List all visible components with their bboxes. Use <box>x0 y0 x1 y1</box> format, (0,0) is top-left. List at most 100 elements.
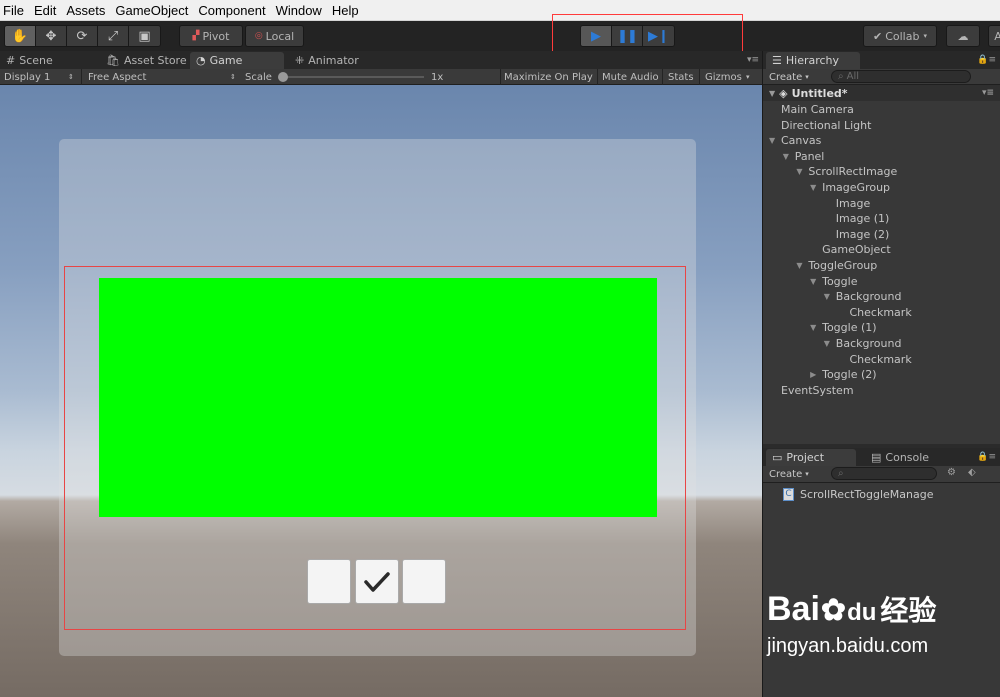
list-icon: ☰ <box>772 54 782 67</box>
expand-arrow-icon[interactable]: ▼ <box>810 183 819 192</box>
separator <box>500 69 501 85</box>
expand-arrow-icon[interactable]: ▼ <box>783 152 792 161</box>
hierarchy-item[interactable]: Image (2) <box>836 227 890 242</box>
hierarchy-item[interactable]: ▼ ToggleGroup <box>796 258 877 273</box>
collab-button[interactable]: ✔ Collab ▾ <box>863 25 937 47</box>
transform-tools: ✋ ✥ ⟳ ⤢ ▣ <box>4 25 161 47</box>
scale-slider[interactable] <box>278 70 424 84</box>
hierarchy-item[interactable]: Directional Light <box>781 118 871 133</box>
pivot-icon: ▞ <box>192 31 200 41</box>
menu-assets[interactable]: Assets <box>63 3 112 18</box>
tab-animator[interactable]: ⁜ Animator <box>289 52 365 69</box>
hand-tool-icon[interactable]: ✋ <box>5 26 36 46</box>
tab-hierarchy[interactable]: ☰ Hierarchy <box>766 52 860 69</box>
project-create-button[interactable]: Create ▾ <box>769 467 809 481</box>
display-dropdown[interactable]: Display 1 ⇕ <box>4 70 74 84</box>
expand-arrow-icon[interactable]: ▼ <box>796 261 805 270</box>
hierarchy-item[interactable]: ▶ Toggle (2) <box>810 367 876 382</box>
unity-logo-icon: ◈ <box>779 86 788 100</box>
hierarchy-item-label: ImageGroup <box>822 181 891 194</box>
tab-console-label: Console <box>885 451 930 464</box>
filter-by-type-icon[interactable]: ⚙ <box>947 467 956 478</box>
hierarchy-create-button[interactable]: Create ▾ <box>769 70 809 84</box>
menu-edit[interactable]: Edit <box>31 3 63 18</box>
hierarchy-item[interactable]: ▼ Background <box>824 289 902 304</box>
checkmark-icon <box>364 571 390 592</box>
hierarchy-item[interactable]: GameObject <box>822 242 891 257</box>
game-view[interactable] <box>0 85 763 697</box>
stats-toggle[interactable]: Stats <box>668 70 694 84</box>
expand-arrow-icon[interactable]: ▼ <box>824 339 833 348</box>
hierarchy-item[interactable]: Checkmark <box>850 305 912 320</box>
scene-row[interactable]: ▼ ◈ Untitled* ▾≡ <box>763 85 1000 101</box>
rotate-tool-icon[interactable]: ⟳ <box>67 26 98 46</box>
tab-scene[interactable]: # Scene <box>0 52 59 69</box>
csharp-script-icon: C <box>783 488 794 501</box>
main-toolbar: ✋ ✥ ⟳ ⤢ ▣ ▞ Pivot ◎ Local ▶ ❚❚ ▶❙ ✔ Coll… <box>0 21 1000 51</box>
gizmos-toggle[interactable]: Gizmos <box>705 70 742 84</box>
hierarchy-item[interactable]: ▼ ScrollRectImage <box>796 164 897 179</box>
menu-bar: File Edit Assets GameObject Component Wi… <box>0 0 1000 21</box>
tab-menu-icon[interactable]: ▾≡ <box>747 55 759 65</box>
tab-console[interactable]: ▤ Console <box>865 449 929 466</box>
asset-item[interactable]: C ScrollRectToggleManage <box>783 488 934 501</box>
maximize-on-play-toggle[interactable]: Maximize On Play <box>504 70 593 84</box>
menu-gameobject[interactable]: GameObject <box>112 3 195 18</box>
menu-component[interactable]: Component <box>195 3 272 18</box>
toggle-1[interactable] <box>355 559 399 604</box>
menu-help[interactable]: Help <box>329 3 366 18</box>
hierarchy-item[interactable]: ▼ Toggle (1) <box>810 320 876 335</box>
hierarchy-item[interactable]: ▼ Toggle <box>810 274 857 289</box>
pause-icon[interactable]: ❚❚ <box>612 26 643 46</box>
separator <box>699 69 700 85</box>
menu-file[interactable]: File <box>0 3 31 18</box>
cloud-button[interactable]: ☁ <box>946 25 980 47</box>
rect-tool-icon[interactable]: ▣ <box>129 26 160 46</box>
move-tool-icon[interactable]: ✥ <box>36 26 67 46</box>
toggle-0[interactable] <box>307 559 351 604</box>
hierarchy-item-label: Toggle (2) <box>822 368 877 382</box>
account-button[interactable]: A <box>988 25 1000 47</box>
scale-tool-icon[interactable]: ⤢ <box>98 26 129 46</box>
hierarchy-item[interactable]: Image (1) <box>836 211 890 226</box>
hierarchy-item[interactable]: ▼ ImageGroup <box>810 180 890 195</box>
hierarchy-item[interactable]: Image <box>836 196 870 211</box>
tab-game[interactable]: ◔ Game <box>190 52 284 69</box>
menu-window[interactable]: Window <box>273 3 329 18</box>
scene-menu-icon[interactable]: ▾≡ <box>982 88 994 98</box>
hierarchy-item[interactable]: Main Camera <box>781 102 854 117</box>
slider-thumb[interactable] <box>278 72 288 82</box>
hierarchy-item[interactable]: Checkmark <box>850 352 912 367</box>
expand-arrow-icon[interactable]: ▼ <box>810 323 819 332</box>
collapsed-arrow-icon[interactable]: ▶ <box>810 370 819 379</box>
hierarchy-item[interactable]: ▼ Background <box>824 336 902 351</box>
local-button[interactable]: ◎ Local <box>245 25 304 47</box>
hierarchy-search-input[interactable]: ⌕ All <box>831 70 971 83</box>
pivot-button[interactable]: ▞ Pivot <box>179 25 243 47</box>
lock-menu-icon[interactable]: 🔒≡ <box>977 452 996 462</box>
mute-audio-toggle[interactable]: Mute Audio <box>602 70 659 84</box>
scroll-image[interactable] <box>99 278 657 517</box>
watermark-brand-cn: 经验 <box>880 594 937 627</box>
hierarchy-item[interactable]: ▼ Canvas <box>769 133 821 148</box>
hierarchy-item-label: Image <box>835 196 871 210</box>
expand-arrow-icon[interactable]: ▼ <box>769 136 778 145</box>
tab-project[interactable]: ▭ Project <box>766 449 856 466</box>
expand-arrow-icon[interactable]: ▼ <box>810 277 819 286</box>
filter-by-label-icon[interactable]: ⬖ <box>968 467 976 478</box>
tab-asset-store[interactable]: 🛍 Asset Store <box>100 52 193 69</box>
scene-name: Untitled* <box>791 86 848 100</box>
project-search-input[interactable]: ⌕ <box>831 467 937 480</box>
hierarchy-item[interactable]: EventSystem <box>781 383 854 398</box>
aspect-dropdown[interactable]: Free Aspect ⇕ <box>88 70 238 84</box>
expand-arrow-icon[interactable]: ▼ <box>796 167 805 176</box>
expand-arrow-icon[interactable]: ▼ <box>824 292 833 301</box>
play-icon[interactable]: ▶ <box>581 26 612 46</box>
pivot-label: Pivot <box>202 29 230 43</box>
hierarchy-item-label: Directional Light <box>781 118 872 132</box>
gizmos-dropdown-icon[interactable]: ▾ <box>746 70 750 84</box>
step-icon[interactable]: ▶❙ <box>643 26 674 46</box>
hierarchy-item[interactable]: ▼ Panel <box>783 149 825 164</box>
toggle-2[interactable] <box>402 559 446 604</box>
lock-menu-icon[interactable]: 🔒≡ <box>977 55 996 65</box>
